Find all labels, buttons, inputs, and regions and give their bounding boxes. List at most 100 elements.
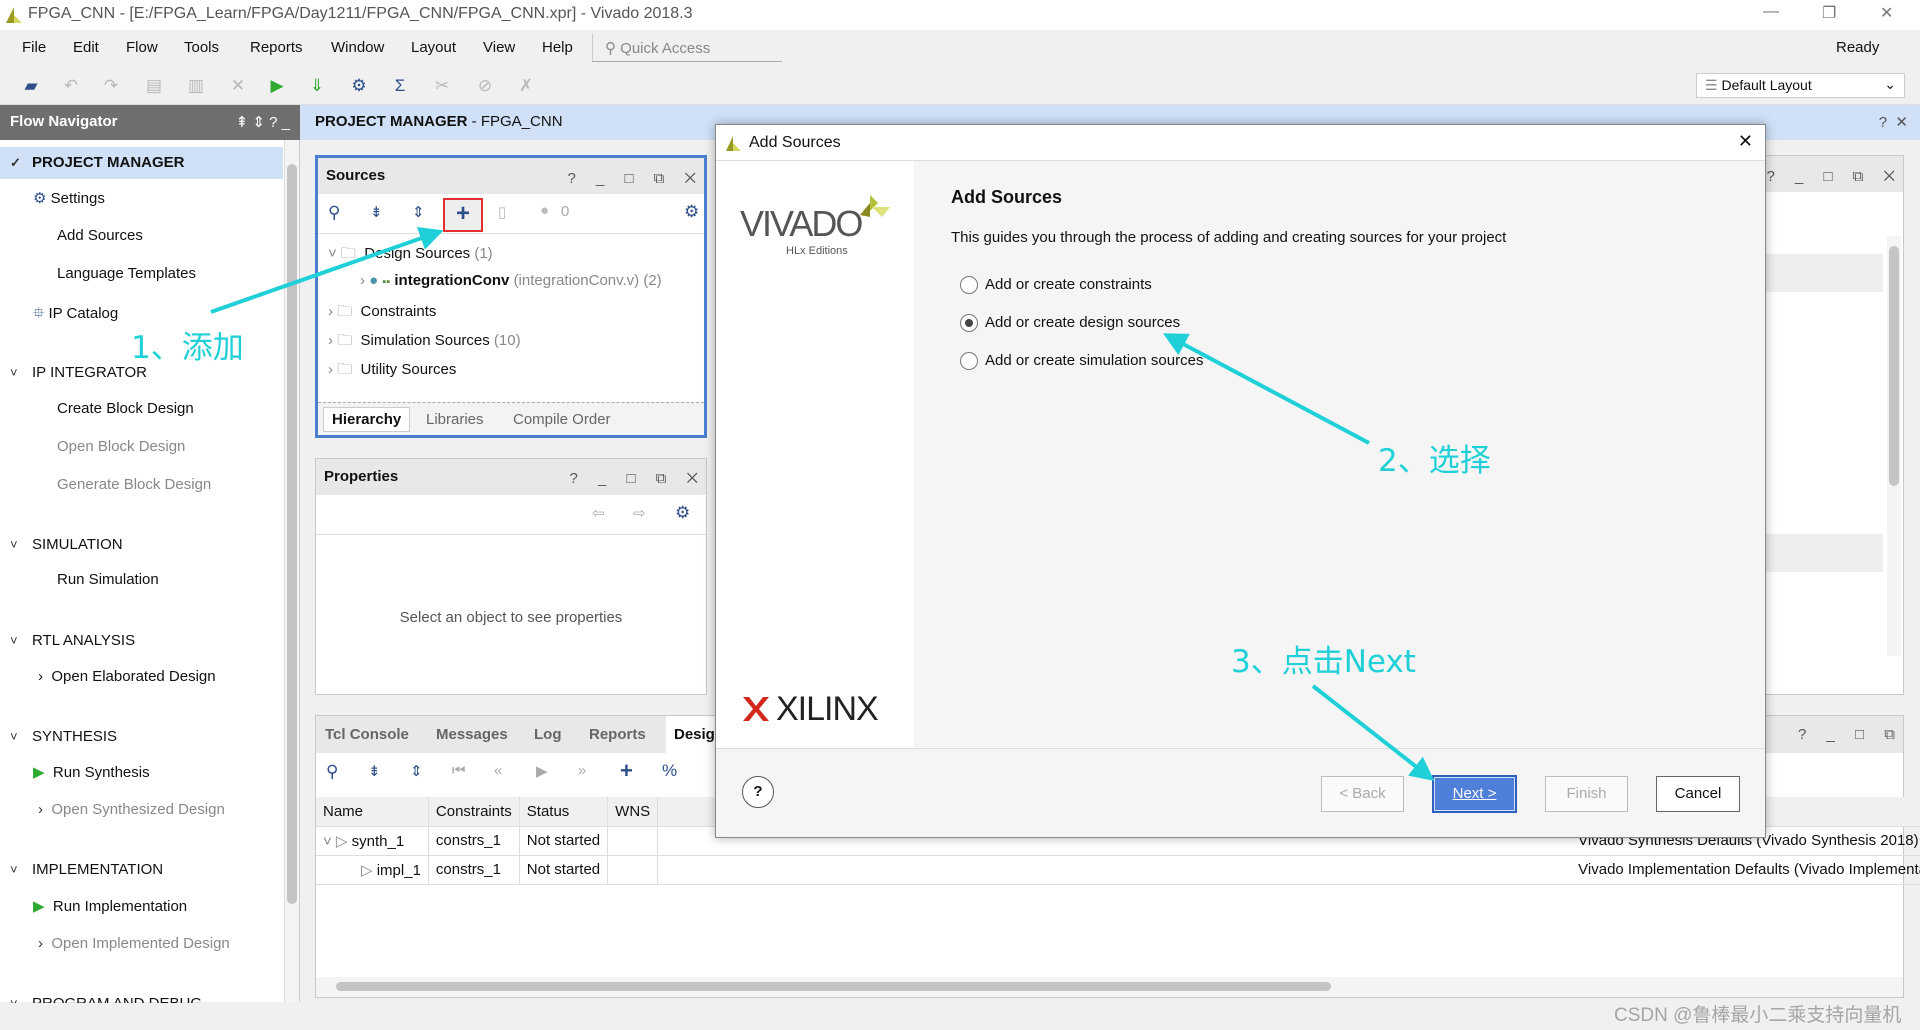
settings-icon[interactable]: ⚙: [347, 74, 371, 98]
tab-messages[interactable]: Messages: [436, 726, 508, 743]
nav-item-create-block-design[interactable]: Create Block Design: [57, 400, 194, 417]
expand-all-icon[interactable]: ⇕: [412, 203, 425, 221]
menu-edit[interactable]: Edit: [73, 39, 99, 56]
nav-item-ip-catalog[interactable]: ⯐ IP Catalog: [33, 303, 118, 328]
nav-item-add-sources[interactable]: Add Sources: [57, 227, 143, 244]
nav-item-run-synthesis[interactable]: ▶ Run Synthesis: [33, 763, 150, 781]
collapse-all-icon[interactable]: ⇟: [370, 203, 383, 221]
menu-flow[interactable]: Flow: [126, 39, 158, 56]
nav-section-project-manager[interactable]: ✓ PROJECT MANAGER: [10, 154, 185, 171]
tab-reports[interactable]: Reports: [589, 726, 646, 743]
program-icon[interactable]: ⇓: [305, 74, 329, 98]
right-panel-scrollbar[interactable]: [1887, 236, 1901, 656]
nav-section-simulation[interactable]: ˅ SIMULATION: [10, 536, 123, 553]
csdn-watermark: CSDN @鲁棒最小二乘支持向量机: [1614, 1005, 1902, 1026]
back-button[interactable]: < Back: [1321, 776, 1404, 812]
menu-reports[interactable]: Reports: [250, 39, 303, 56]
tree-item-integrationconv[interactable]: › ● ▪▪ integrationConv (integrationConv.…: [360, 272, 662, 289]
tab-libraries[interactable]: Libraries: [426, 411, 484, 428]
radio-design-sources[interactable]: [960, 314, 978, 332]
nav-item-run-implementation[interactable]: ▶ Run Implementation: [33, 897, 187, 915]
nav-section-synthesis[interactable]: ˅ SYNTHESIS: [10, 728, 117, 745]
tab-tcl-console[interactable]: Tcl Console: [325, 726, 409, 743]
layout-select[interactable]: ☰ Default Layout ⌄: [1696, 73, 1905, 98]
search-icon[interactable]: ⚲: [328, 203, 340, 223]
main-header-controls[interactable]: ? ✕: [1879, 113, 1908, 131]
forward-arrow-icon[interactable]: ⇨: [633, 504, 646, 522]
nav-scrollbar[interactable]: [284, 140, 299, 1002]
nav-section-rtl-analysis[interactable]: ˅ RTL ANALYSIS: [10, 632, 135, 649]
radio-constraints[interactable]: [960, 276, 978, 294]
run-icon[interactable]: ▶: [265, 74, 289, 98]
add-run-icon[interactable]: +: [620, 758, 633, 784]
disable-icon[interactable]: ⊘: [473, 74, 497, 98]
quick-access-input[interactable]: ⚲ Quick Access: [592, 34, 782, 62]
tab-log[interactable]: Log: [534, 726, 562, 743]
cancel-button[interactable]: Cancel: [1656, 776, 1740, 812]
table-row[interactable]: ▷ impl_1 constrs_1 Not started Vivado Im…: [316, 855, 1920, 885]
finish-button[interactable]: Finish: [1545, 776, 1628, 812]
undo-icon[interactable]: ↶: [59, 74, 83, 98]
nav-item-run-simulation[interactable]: Run Simulation: [57, 571, 159, 588]
menu-file[interactable]: File: [22, 39, 46, 56]
tree-item-utility-sources[interactable]: › 🗀 Utility Sources: [328, 359, 456, 384]
help-button[interactable]: ?: [742, 776, 774, 808]
back-arrow-icon[interactable]: ⇦: [592, 504, 605, 522]
search-icon[interactable]: ⚲: [326, 762, 338, 782]
horizontal-scroll-thumb[interactable]: [336, 982, 1331, 991]
expand-all-icon[interactable]: ⇕: [410, 762, 423, 780]
next-icon[interactable]: »: [578, 762, 586, 779]
open-project-icon[interactable]: ▰: [19, 74, 43, 98]
menu-layout[interactable]: Layout: [411, 39, 456, 56]
horizontal-scrollbar[interactable]: [316, 977, 1903, 997]
run-icon: ▶: [33, 764, 45, 781]
nav-item-open-elaborated-design[interactable]: › Open Elaborated Design: [38, 668, 216, 685]
right-panel-controls[interactable]: ? _ □ ⧉ ✕: [1766, 168, 1903, 185]
minimize-button[interactable]: —: [1763, 3, 1779, 21]
nav-item-language-templates[interactable]: Language Templates: [57, 265, 196, 282]
delete-icon[interactable]: ✕: [226, 74, 250, 98]
cut-icon[interactable]: ✂: [430, 74, 454, 98]
menu-tools[interactable]: Tools: [184, 39, 219, 56]
vivado-logo-mark: [860, 195, 890, 217]
play-icon[interactable]: ▶: [536, 762, 548, 780]
flow-nav-controls[interactable]: ⇞ ⇕ ? _: [236, 113, 290, 131]
next-button[interactable]: Next >: [1432, 775, 1517, 813]
x-icon[interactable]: ✗: [514, 74, 538, 98]
tree-item-design-sources[interactable]: ˅ 🗀 Design Sources (1): [328, 243, 493, 268]
dialog-close-button[interactable]: ✕: [1738, 131, 1753, 152]
tab-compile-order[interactable]: Compile Order: [513, 411, 611, 428]
flow-navigator: Flow Navigator ⇞ ⇕ ? _ ✓ PROJECT MANAGER …: [0, 105, 300, 1003]
radio-simulation-sources[interactable]: [960, 352, 978, 370]
previous-icon[interactable]: «: [494, 762, 502, 779]
gear-icon: ⚙: [33, 190, 51, 207]
properties-panel-controls[interactable]: ? _ □ ⧉ ✕: [569, 470, 706, 487]
sources-settings-icon[interactable]: ⚙: [684, 202, 699, 222]
menu-window[interactable]: Window: [331, 39, 384, 56]
menu-view[interactable]: View: [483, 39, 515, 56]
sigma-icon[interactable]: Σ: [388, 74, 412, 98]
paste-icon[interactable]: ▥: [184, 74, 208, 98]
nav-section-implementation[interactable]: ˅ IMPLEMENTATION: [10, 861, 163, 878]
sources-panel-controls[interactable]: ? _ □ ⧉ ✕: [567, 170, 704, 187]
bottom-panel-controls[interactable]: ? _ □ ⧉: [1798, 726, 1903, 743]
menu-help[interactable]: Help: [542, 39, 573, 56]
copy-icon[interactable]: ▤: [142, 74, 166, 98]
close-window-button[interactable]: ✕: [1880, 3, 1893, 23]
properties-settings-icon[interactable]: ⚙: [675, 503, 690, 523]
tree-item-constraints[interactable]: › 🗀 Constraints: [328, 301, 436, 326]
first-icon[interactable]: ⏮: [452, 762, 466, 779]
collapse-all-icon[interactable]: ⇟: [368, 762, 381, 780]
tab-hierarchy[interactable]: Hierarchy: [323, 407, 411, 432]
nav-scroll-thumb[interactable]: [287, 164, 297, 904]
tree-item-simulation-sources[interactable]: › 🗀 Simulation Sources (10): [328, 330, 521, 355]
percent-icon[interactable]: %: [662, 761, 677, 781]
add-sources-button[interactable]: +: [443, 198, 483, 232]
unknown-file-icon[interactable]: ▯: [498, 203, 506, 221]
nav-section-ip-integrator[interactable]: ˅ IP INTEGRATOR: [10, 364, 147, 381]
nav-section-program-debug[interactable]: ˅PROGRAM AND DEBUG: [10, 995, 202, 1003]
redo-icon[interactable]: ↷: [99, 74, 123, 98]
layout-icon: ☰: [1705, 77, 1718, 93]
restore-button[interactable]: ❐: [1822, 3, 1836, 23]
nav-item-settings[interactable]: ⚙ Settings: [33, 189, 105, 207]
